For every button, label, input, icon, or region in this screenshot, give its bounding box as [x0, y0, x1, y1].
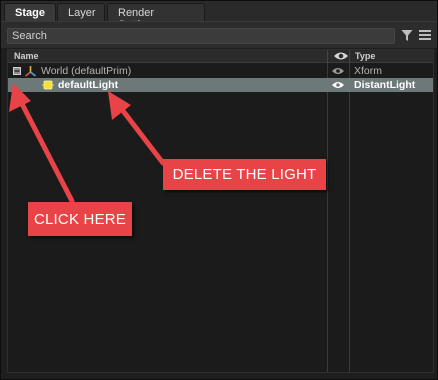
click-here-callout: CLICK HERE: [28, 202, 132, 236]
header-divider: [327, 50, 328, 63]
tab-bar: Render Settings Layer Stage: [1, 1, 437, 31]
column-header-type[interactable]: Type: [355, 51, 375, 61]
hamburger-menu-icon[interactable]: [419, 29, 431, 41]
light-icon: [42, 80, 54, 90]
xform-icon: [25, 66, 36, 77]
collapse-icon[interactable]: [13, 67, 21, 75]
prim-name: defaultLight: [58, 79, 119, 91]
stage-panel: Render Settings Layer Stage Name Type: [0, 0, 438, 380]
visibility-eye-icon[interactable]: [331, 79, 345, 91]
search-input[interactable]: [7, 28, 395, 44]
tab-render-settings[interactable]: Render Settings: [107, 3, 205, 31]
column-divider: [327, 63, 328, 372]
prim-type: DistantLight: [354, 79, 416, 91]
tab-stage[interactable]: Stage: [4, 3, 56, 21]
prim-type: Xform: [354, 65, 383, 77]
tree-row-default-light[interactable]: defaultLight DistantLight: [8, 78, 433, 92]
delete-light-callout: DELETE THE LIGHT: [163, 159, 326, 190]
column-divider: [349, 63, 350, 372]
tree-row-world[interactable]: World (defaultPrim) Xform: [8, 64, 433, 78]
eye-icon[interactable]: [331, 50, 351, 62]
tab-layer[interactable]: Layer: [57, 3, 105, 21]
search-row: [1, 21, 437, 48]
visibility-eye-icon[interactable]: [331, 65, 345, 77]
filter-icon[interactable]: [401, 29, 413, 42]
prim-name: World (defaultPrim): [41, 65, 132, 77]
column-header-name[interactable]: Name: [14, 51, 39, 61]
tree-header: Name Type: [8, 50, 433, 63]
header-divider: [349, 50, 350, 63]
